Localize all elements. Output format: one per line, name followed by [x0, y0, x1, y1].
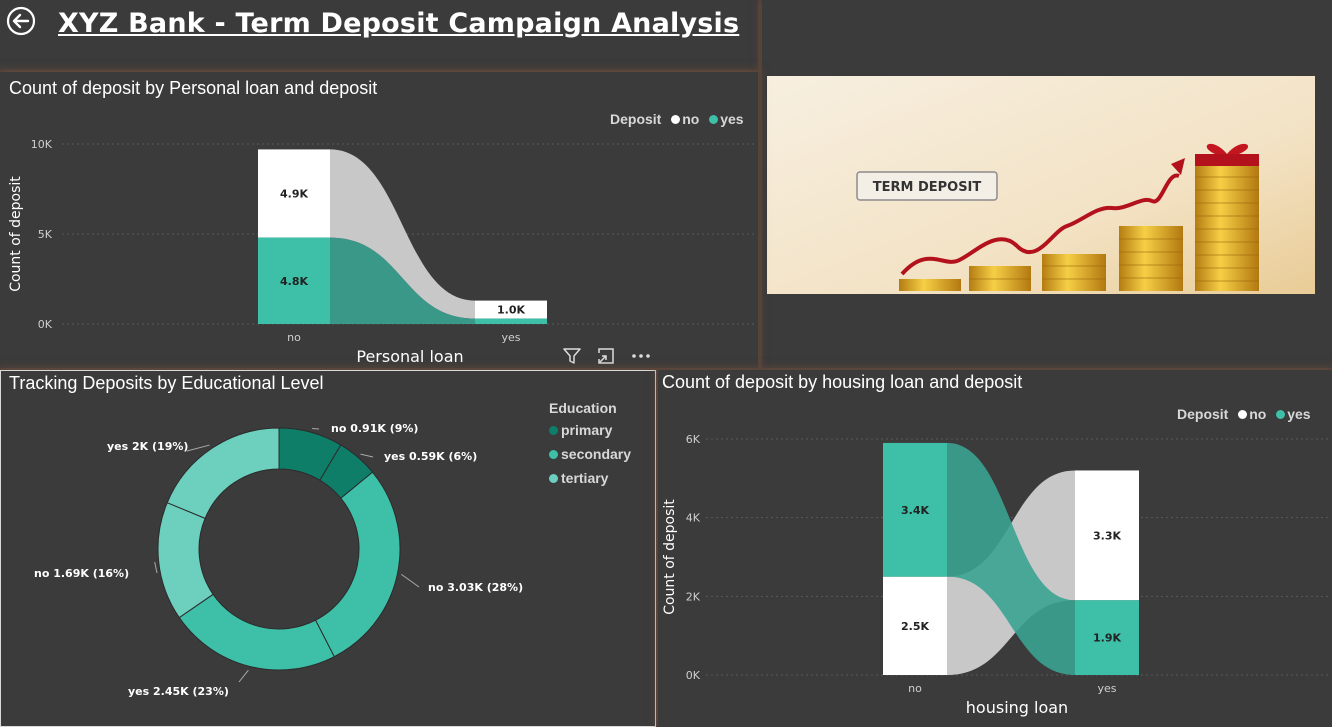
y-tick-label: 6K	[686, 433, 701, 446]
housing-loan-chart-panel[interactable]: Count of deposit by housing loan and dep…	[658, 370, 1332, 727]
x-tick-label: yes	[1097, 682, 1116, 695]
y-tick-label: 0K	[38, 318, 53, 331]
focus-mode-icon[interactable]	[596, 346, 616, 371]
term-deposit-caption: TERM DEPOSIT	[873, 180, 982, 195]
legend-label-primary: primary	[561, 422, 613, 438]
legend-dot-primary	[549, 426, 558, 435]
data-label: 1.9K	[1093, 632, 1121, 645]
y-tick-label: 10K	[31, 138, 53, 151]
data-label: no 0.91K (9%)	[331, 422, 418, 435]
leader-line	[401, 573, 420, 588]
legend-dot-tertiary	[549, 474, 558, 483]
leader-line	[312, 427, 320, 430]
donut-slice-secondary-yes[interactable]	[178, 593, 335, 671]
legend-title: Education	[549, 400, 617, 416]
y-axis-title: Count of deposit	[8, 176, 24, 292]
back-arrow-icon[interactable]	[6, 6, 36, 36]
data-label: 3.3K	[1093, 529, 1121, 542]
x-tick-label: no	[908, 682, 922, 695]
legend-label-secondary: secondary	[561, 446, 632, 462]
data-label: 2.5K	[901, 620, 929, 633]
visual-toolbar	[562, 346, 662, 368]
data-label: yes 2.45K (23%)	[128, 685, 229, 698]
legend-item-secondary[interactable]: secondary	[549, 446, 631, 462]
image-panel: TERM DEPOSIT	[762, 0, 1332, 368]
filter-icon[interactable]	[562, 346, 582, 371]
data-label: 4.8K	[280, 275, 308, 288]
data-label: yes 2K (19%)	[107, 440, 188, 453]
leader-line	[238, 669, 249, 683]
data-label: 1.0K	[497, 304, 525, 317]
title-panel: XYZ Bank - Term Deposit Campaign Analysi…	[0, 0, 758, 70]
y-tick-label: 0K	[686, 669, 701, 682]
data-label: no 3.03K (28%)	[428, 581, 523, 594]
personal-loan-chart-panel[interactable]: Count of deposit by Personal loan and de…	[0, 72, 758, 368]
legend-item-primary[interactable]: primary	[549, 422, 631, 438]
donut-slice-tertiary-no[interactable]	[157, 502, 214, 619]
housing-loan-ribbon-chart[interactable]: 6K 4K 2K 0K Count of deposit housing loan 2.5K…	[658, 370, 1332, 727]
personal-loan-ribbon-chart[interactable]: 10K 5K 0K Count of deposit Personal loan 4.9K…	[0, 72, 758, 368]
bar-yes-yes[interactable]	[475, 318, 547, 324]
legend-item-tertiary[interactable]: tertiary	[549, 470, 631, 486]
leader-line	[186, 444, 210, 452]
donut-slice-secondary-no[interactable]	[314, 471, 401, 658]
legend-label-tertiary: tertiary	[561, 470, 609, 486]
x-axis-title: housing loan	[966, 698, 1068, 717]
data-label: 4.9K	[280, 188, 308, 201]
y-axis-title: Count of deposit	[662, 499, 678, 615]
leader-line	[360, 453, 374, 458]
data-label: no 1.69K (16%)	[34, 567, 129, 580]
x-axis-title: Personal loan	[356, 347, 463, 366]
data-label: 3.4K	[901, 504, 929, 517]
legend-dot-secondary	[549, 450, 558, 459]
leader-line	[154, 561, 158, 574]
data-label: yes 0.59K (6%)	[384, 450, 477, 463]
y-tick-label: 5K	[38, 228, 53, 241]
y-tick-label: 4K	[686, 512, 701, 525]
more-options-icon[interactable]	[630, 346, 652, 371]
page-title: XYZ Bank - Term Deposit Campaign Analysi…	[58, 8, 740, 39]
y-tick-label: 2K	[686, 590, 701, 603]
term-deposit-image: TERM DEPOSIT	[767, 76, 1315, 294]
x-tick-label: yes	[501, 331, 520, 344]
x-tick-label: no	[287, 331, 301, 344]
education-legend: Education primary secondary tertiary	[549, 400, 631, 494]
